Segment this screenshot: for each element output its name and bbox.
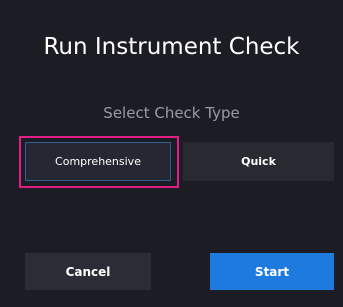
quick-option-label: Quick [241, 155, 276, 168]
dialog-title: Run Instrument Check [43, 34, 300, 60]
comprehensive-option-label: Comprehensive [55, 155, 141, 168]
comprehensive-option-button[interactable]: Comprehensive [25, 142, 171, 181]
cancel-button[interactable]: Cancel [25, 253, 151, 290]
start-button[interactable]: Start [210, 253, 334, 290]
check-type-label: Select Check Type [103, 104, 240, 122]
cancel-button-label: Cancel [65, 264, 111, 279]
run-instrument-check-dialog: Run Instrument Check Select Check Type C… [0, 0, 343, 307]
start-button-label: Start [254, 264, 290, 279]
quick-option-button[interactable]: Quick [183, 142, 334, 181]
